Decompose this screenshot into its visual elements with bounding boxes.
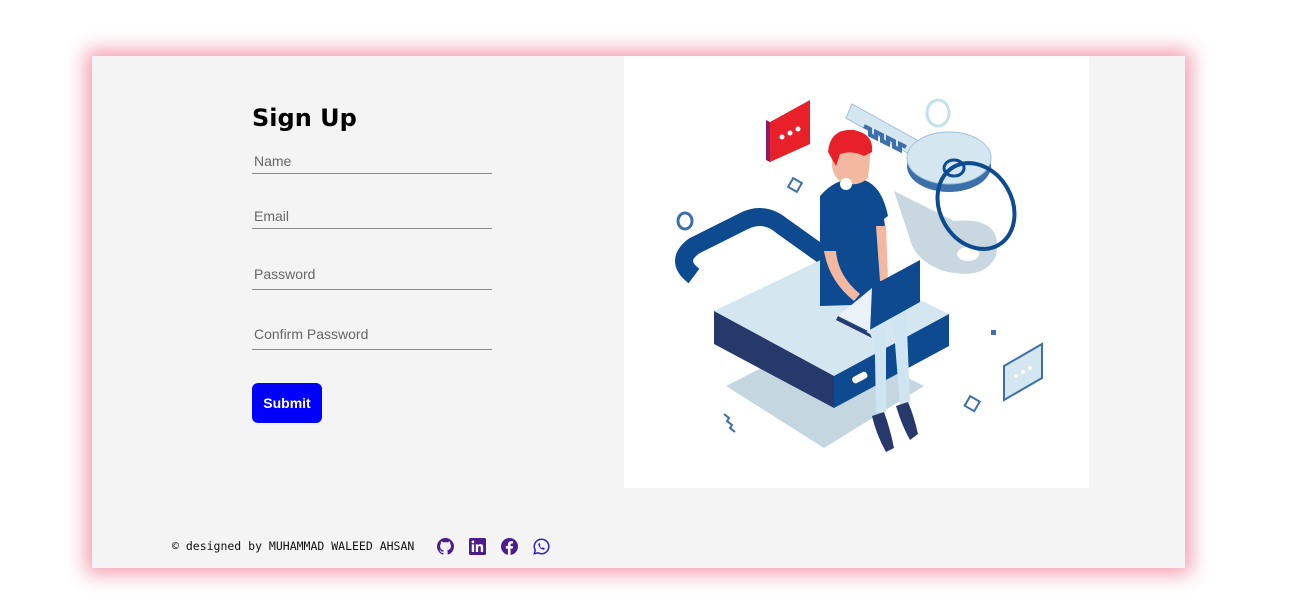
facebook-icon[interactable] (500, 537, 518, 555)
form-title: Sign Up (252, 104, 357, 132)
linkedin-icon[interactable] (468, 537, 486, 555)
whatsapp-icon[interactable] (532, 537, 550, 555)
designer-credit: © designed by MUHAMMAD WALEED AHSAN (172, 539, 415, 553)
password-field[interactable] (252, 258, 492, 290)
signup-illustration (624, 56, 1089, 488)
email-field[interactable] (252, 203, 492, 229)
footer: © designed by MUHAMMAD WALEED AHSAN (172, 536, 550, 556)
submit-button[interactable]: Submit (252, 383, 322, 423)
confirm-password-field[interactable] (252, 318, 492, 350)
name-field[interactable] (252, 148, 492, 174)
person-on-lock-illustration (675, 98, 1043, 452)
github-icon[interactable] (436, 537, 454, 555)
signup-form: Sign Up Submit (252, 104, 492, 423)
signup-card: Sign Up Submit (92, 56, 1185, 568)
